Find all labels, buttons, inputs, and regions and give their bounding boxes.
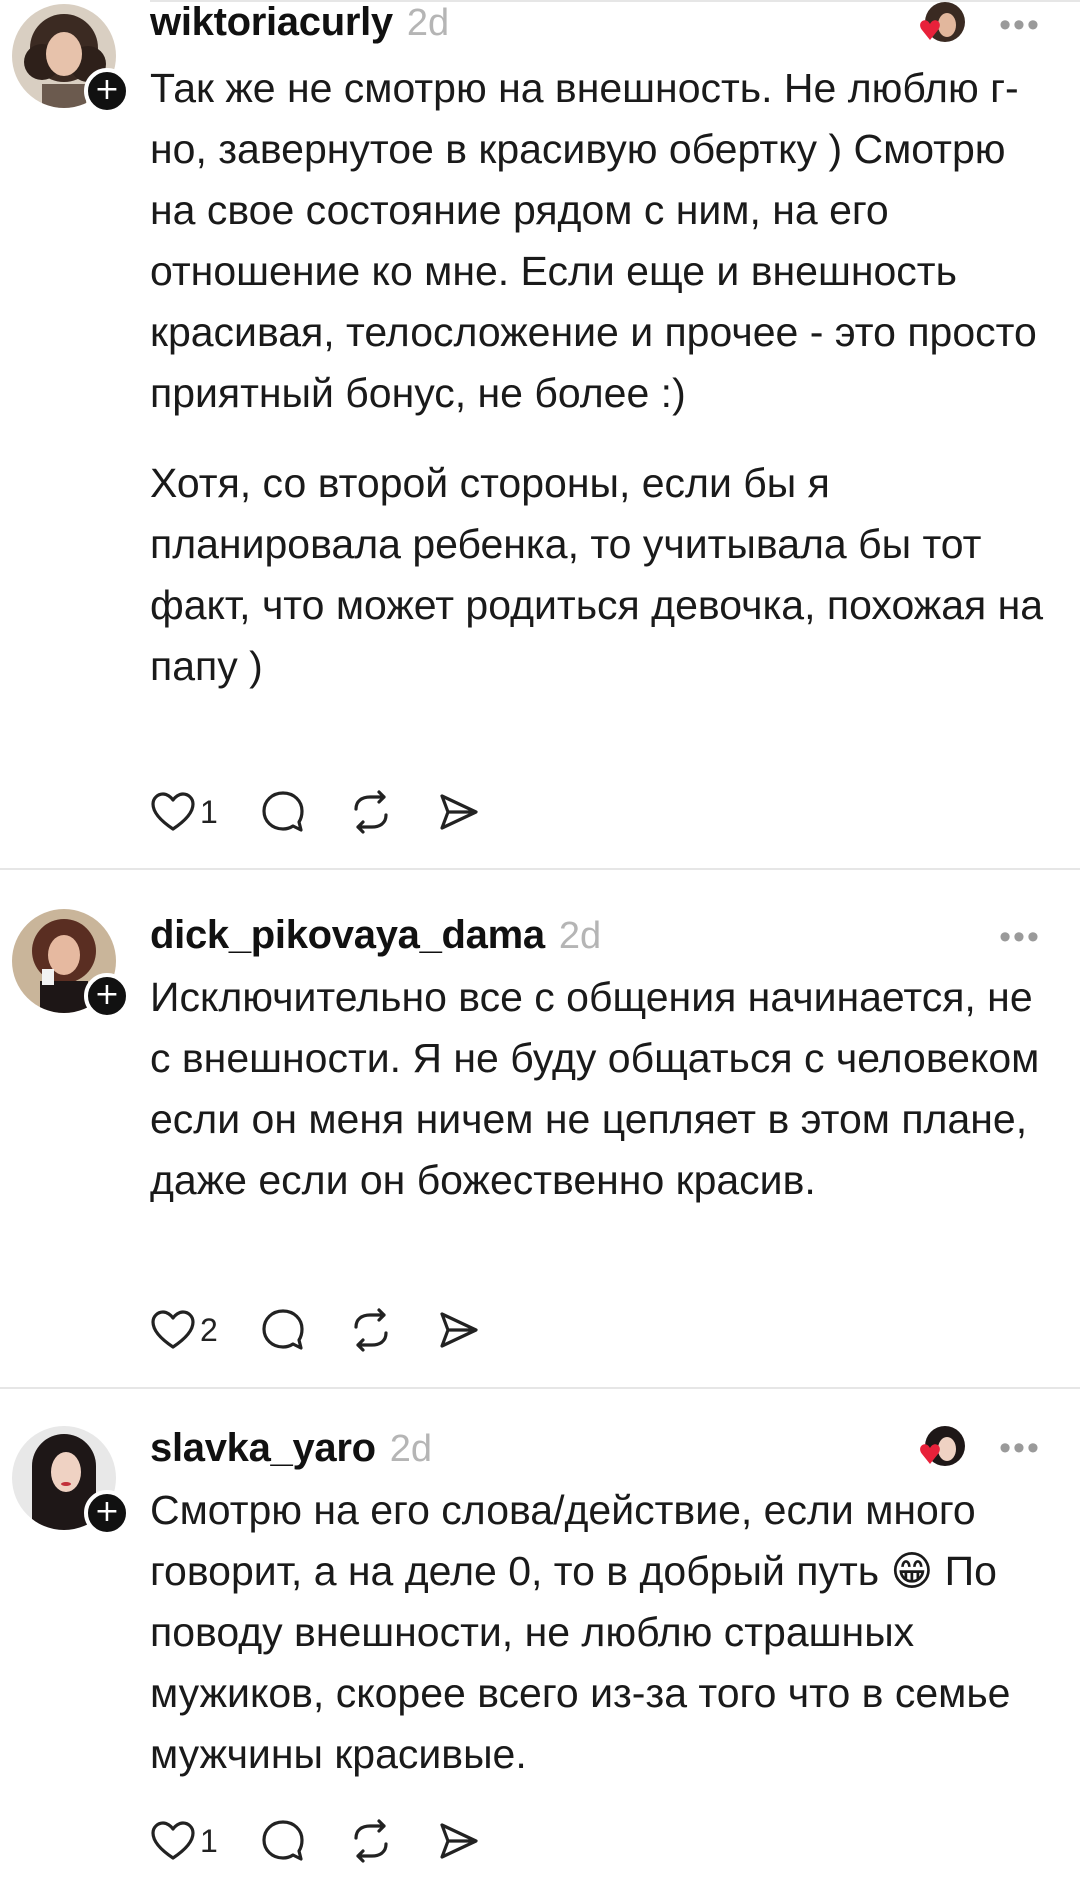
heart-outline-icon xyxy=(151,1310,195,1349)
avatar-wrap[interactable]: + xyxy=(12,909,130,1019)
reply-divider xyxy=(0,1387,1080,1389)
reply-header: slavka_yaro 2d xyxy=(150,1426,432,1476)
username[interactable]: slavka_yaro xyxy=(150,1426,376,1471)
paragraph: Так же не смотрю на внешность. Не люблю … xyxy=(150,65,1037,416)
reply-divider xyxy=(0,868,1080,870)
reply-header: dick_pikovaya_dama 2d xyxy=(150,913,601,963)
timestamp: 2d xyxy=(558,915,602,957)
comment-bubble-icon xyxy=(262,1820,304,1861)
username[interactable]: dick_pikovaya_dama xyxy=(150,913,545,958)
like-count: 1 xyxy=(200,793,218,830)
share-button[interactable] xyxy=(436,1307,482,1353)
comment-bubble-icon xyxy=(262,1309,304,1350)
send-paper-plane-icon xyxy=(440,1823,478,1859)
repost-button[interactable] xyxy=(348,1818,394,1864)
send-paper-plane-icon xyxy=(440,1312,478,1348)
timestamp: 2d xyxy=(406,2,450,44)
more-options-button[interactable]: ••• xyxy=(995,5,1045,45)
author-liked-icon xyxy=(912,0,968,52)
more-options-button[interactable]: ••• xyxy=(995,917,1045,957)
reply-text: Смотрю на его слова/действие, если много… xyxy=(150,1480,1060,1785)
action-bar: 1 xyxy=(150,1816,524,1866)
action-bar: 2 xyxy=(150,1305,524,1355)
reply-button[interactable] xyxy=(260,1818,306,1864)
share-button[interactable] xyxy=(436,789,482,835)
author-liked-icon xyxy=(912,1424,968,1476)
like-button[interactable]: 2 xyxy=(150,1309,218,1351)
follow-plus-icon[interactable]: + xyxy=(84,68,130,114)
like-button[interactable]: 1 xyxy=(150,1820,218,1862)
comment-bubble-icon xyxy=(262,791,304,832)
reply-button[interactable] xyxy=(260,1307,306,1353)
paragraph: Хотя, со второй стороны, если бы я плани… xyxy=(150,460,1044,689)
reply-text: Исключительно все с общения начинается, … xyxy=(150,967,1060,1211)
reply-header: wiktoriacurly 2d xyxy=(150,0,449,50)
reply-text: Так же не смотрю на внешность. Не люблю … xyxy=(150,58,1060,697)
action-bar: 1 xyxy=(150,787,524,837)
share-button[interactable] xyxy=(436,1818,482,1864)
repost-button[interactable] xyxy=(348,789,394,835)
paragraph: Исключительно все с общения начинается, … xyxy=(150,974,1040,1203)
like-count: 1 xyxy=(200,1822,218,1859)
timestamp: 2d xyxy=(389,1428,433,1470)
reply-button[interactable] xyxy=(260,789,306,835)
heart-outline-icon xyxy=(151,1821,195,1860)
follow-plus-icon[interactable]: + xyxy=(84,973,130,1019)
paragraph: Смотрю на его слова/действие, если много… xyxy=(150,1487,1011,1777)
follow-plus-icon[interactable]: + xyxy=(84,1490,130,1536)
repost-arrows-icon xyxy=(354,1308,388,1352)
username[interactable]: wiktoriacurly xyxy=(150,0,393,45)
repost-arrows-icon xyxy=(354,790,388,834)
like-button[interactable]: 1 xyxy=(150,791,218,833)
more-options-button[interactable]: ••• xyxy=(995,1428,1045,1468)
heart-outline-icon xyxy=(151,792,195,831)
avatar-wrap[interactable]: + xyxy=(12,1426,130,1536)
repost-button[interactable] xyxy=(348,1307,394,1353)
like-count: 2 xyxy=(200,1311,218,1348)
send-paper-plane-icon xyxy=(440,794,478,830)
repost-arrows-icon xyxy=(354,1819,388,1863)
avatar-wrap[interactable]: + xyxy=(12,4,130,114)
